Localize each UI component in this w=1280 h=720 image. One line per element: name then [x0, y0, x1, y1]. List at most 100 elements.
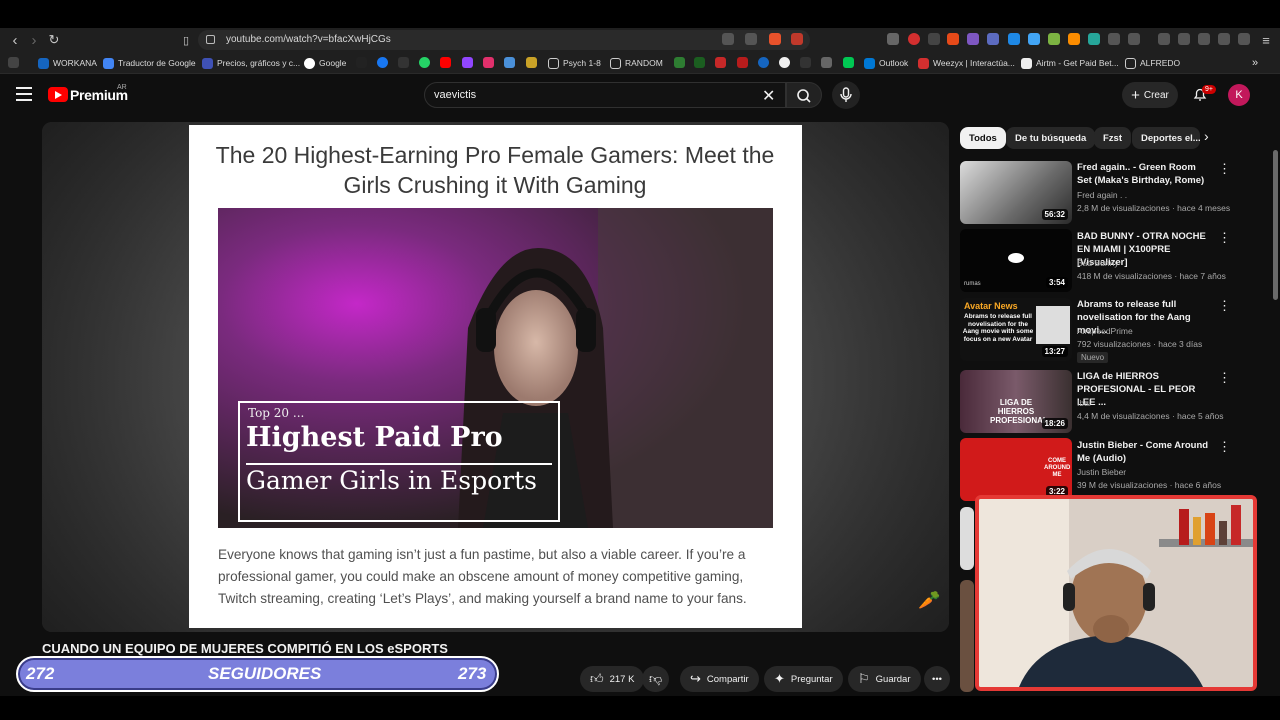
- ask-button[interactable]: ✦ Preguntar: [764, 666, 843, 692]
- chevron-right-icon[interactable]: ›: [1204, 128, 1209, 144]
- channel-name[interactable]: Ibai: [1077, 398, 1091, 408]
- bookmark-airtm[interactable]: Airtm - Get Paid Bet...: [1021, 56, 1119, 70]
- video-title-link[interactable]: Justin Bieber - Come Around Me (Audio): [1077, 439, 1213, 465]
- extension-9-icon[interactable]: [1048, 33, 1060, 45]
- chip-sports[interactable]: Deportes el...: [1132, 127, 1200, 149]
- extension-11-icon[interactable]: [1088, 33, 1100, 45]
- search-input[interactable]: [424, 82, 786, 108]
- bookmark-icon-j[interactable]: [821, 57, 832, 68]
- media-icon[interactable]: [1158, 33, 1170, 45]
- extension-6-icon[interactable]: [987, 33, 999, 45]
- video-title-link[interactable]: LIGA de HIERROS PROFESIONAL - EL PEOR LE…: [1077, 370, 1213, 409]
- bookmark-translate[interactable]: Traductor de Google: [103, 56, 196, 70]
- site-info-icon[interactable]: [206, 35, 215, 44]
- extension-10-icon[interactable]: [1068, 33, 1080, 45]
- bookmarks-overflow-icon[interactable]: »: [1252, 56, 1258, 70]
- thumbnail-text: rumas: [964, 281, 981, 287]
- scrollbar-thumb[interactable]: [1273, 150, 1278, 300]
- more-actions-button[interactable]: •••: [924, 666, 950, 692]
- more-vertical-icon[interactable]: ⋮: [1218, 439, 1231, 455]
- video-thumbnail[interactable]: rumas 3:54: [960, 229, 1072, 292]
- reload-icon[interactable]: ↻: [44, 28, 64, 52]
- extension-5-icon[interactable]: [967, 33, 979, 45]
- video-thumbnail[interactable]: 56:32: [960, 161, 1072, 224]
- bookmark-icon-e[interactable]: [715, 57, 726, 68]
- dislike-button[interactable]: 👎︎: [642, 666, 670, 692]
- video-thumbnail[interactable]: [960, 507, 974, 570]
- more-vertical-icon[interactable]: ⋮: [1218, 370, 1231, 386]
- bookmark-page-icon[interactable]: ▯: [176, 28, 196, 52]
- bookmark-weezyx[interactable]: Weezyx | Interactúa...: [918, 56, 1015, 70]
- more-vertical-icon[interactable]: ⋮: [1218, 298, 1231, 314]
- clear-search-icon[interactable]: ✕: [762, 86, 775, 106]
- tiktok-icon[interactable]: [356, 57, 367, 68]
- bookmark-icon-a[interactable]: [504, 57, 515, 68]
- bookmark-workana[interactable]: WORKANA: [38, 56, 97, 70]
- video-thumbnail[interactable]: COME AROUND ME 3:22: [960, 438, 1072, 501]
- whatsapp-icon[interactable]: [419, 57, 430, 68]
- more-vertical-icon[interactable]: ⋮: [1218, 230, 1231, 246]
- extension-3-icon[interactable]: [928, 33, 940, 45]
- bookmark-prices[interactable]: Precios, gráficos y c...: [202, 56, 300, 70]
- screenshot-icon[interactable]: [1128, 33, 1140, 45]
- create-button[interactable]: + Crear: [1122, 82, 1178, 108]
- forward-icon[interactable]: ›: [24, 28, 44, 52]
- extension-7-icon[interactable]: [1008, 33, 1020, 45]
- hamburger-menu-icon[interactable]: [16, 87, 32, 101]
- bookmark-icon-f[interactable]: [737, 57, 748, 68]
- youtube-logo-icon[interactable]: [48, 87, 68, 102]
- instagram-icon[interactable]: [483, 57, 494, 68]
- bookmark-outlook[interactable]: Outlook: [864, 56, 908, 70]
- sidebar-icon[interactable]: [1178, 33, 1190, 45]
- facebook-icon[interactable]: [377, 57, 388, 68]
- save-button[interactable]: ⚐ Guardar: [848, 666, 921, 692]
- account-avatar[interactable]: K: [1228, 84, 1250, 106]
- bookmark-icon-k[interactable]: [843, 57, 854, 68]
- wallet-icon[interactable]: [1198, 33, 1210, 45]
- twitch-icon[interactable]: [462, 57, 473, 68]
- channel-name[interactable]: AirspeedPrime: [1077, 326, 1133, 336]
- bookmark-icon-c[interactable]: [674, 57, 685, 68]
- youtube-icon[interactable]: [440, 57, 451, 68]
- leo-ai-icon[interactable]: [1218, 33, 1230, 45]
- channel-name[interactable]: Bad Bunny: [1077, 258, 1119, 268]
- video-thumbnail[interactable]: Avatar News Abrams to release full novel…: [960, 298, 1072, 361]
- browser-menu-icon[interactable]: ≡: [1256, 28, 1276, 52]
- cast-icon[interactable]: [722, 33, 734, 45]
- chip-all[interactable]: Todos: [960, 127, 1006, 149]
- bookmark-icon-b[interactable]: [526, 57, 537, 68]
- chip-fzst[interactable]: Fzst: [1094, 127, 1131, 149]
- like-button[interactable]: 👍︎ 217 K: [580, 666, 645, 692]
- bookmark-alfredo[interactable]: ALFREDO: [1125, 56, 1180, 70]
- video-thumbnail[interactable]: [960, 580, 974, 692]
- chip-from-search[interactable]: De tu búsqueda: [1006, 127, 1096, 149]
- extension-1-icon[interactable]: [887, 33, 899, 45]
- bookmark-psych[interactable]: Psych 1-8: [548, 56, 601, 70]
- brave-shield-icon[interactable]: [769, 33, 781, 45]
- bookmark-icon-g[interactable]: [758, 57, 769, 68]
- extension-8-icon[interactable]: [1028, 33, 1040, 45]
- video-thumbnail[interactable]: LIGA DE HIERROS PROFESIONAL 18:26: [960, 370, 1072, 433]
- video-title-link[interactable]: Fred again.. - Green Room Set (Maka's Bi…: [1077, 161, 1213, 187]
- voice-search-button[interactable]: [832, 81, 860, 109]
- apps-grid-icon[interactable]: [8, 57, 19, 68]
- channel-name[interactable]: Fred again . .: [1077, 190, 1127, 200]
- bookmark-google[interactable]: Google: [304, 56, 346, 70]
- channel-name[interactable]: Justin Bieber: [1077, 467, 1126, 477]
- search-button[interactable]: [786, 82, 822, 108]
- bookmark-icon-h[interactable]: [779, 57, 790, 68]
- share-button[interactable]: ↪ Compartir: [680, 666, 759, 692]
- extension-2-icon[interactable]: [908, 33, 920, 45]
- x-icon[interactable]: [398, 57, 409, 68]
- bookmark-icon-d[interactable]: [694, 57, 705, 68]
- bookmark-random[interactable]: RANDOM: [610, 56, 663, 70]
- more-vertical-icon[interactable]: ⋮: [1218, 161, 1231, 177]
- extensions-puzzle-icon[interactable]: [1108, 33, 1120, 45]
- share-icon[interactable]: [745, 33, 757, 45]
- bookmark-icon-i[interactable]: [800, 57, 811, 68]
- search-input-value[interactable]: vaevictis: [434, 89, 476, 101]
- brave-rewards-icon[interactable]: [791, 33, 803, 45]
- vpn-icon[interactable]: [1238, 33, 1250, 45]
- back-icon[interactable]: ‹: [5, 28, 25, 52]
- extension-4-icon[interactable]: [947, 33, 959, 45]
